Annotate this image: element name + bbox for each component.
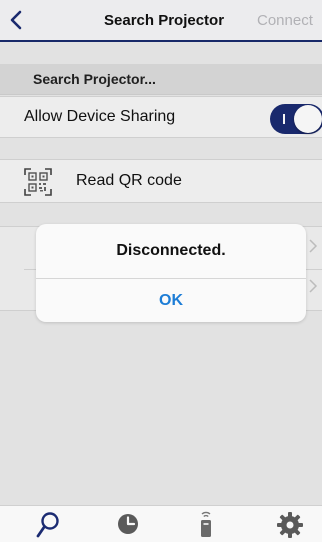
history-icon bbox=[118, 514, 138, 534]
ok-button[interactable]: OK bbox=[36, 279, 306, 322]
tab-remote[interactable] bbox=[174, 506, 238, 542]
settings-icon bbox=[277, 512, 303, 538]
search-icon bbox=[36, 512, 59, 538]
remote-icon bbox=[201, 511, 211, 537]
tab-search[interactable] bbox=[16, 506, 80, 542]
tab-bar bbox=[0, 505, 322, 542]
alert-dialog: Disconnected. OK bbox=[36, 224, 306, 322]
alert-message: Disconnected. bbox=[116, 242, 226, 259]
tab-settings[interactable] bbox=[258, 506, 322, 542]
tab-history[interactable] bbox=[96, 506, 160, 542]
